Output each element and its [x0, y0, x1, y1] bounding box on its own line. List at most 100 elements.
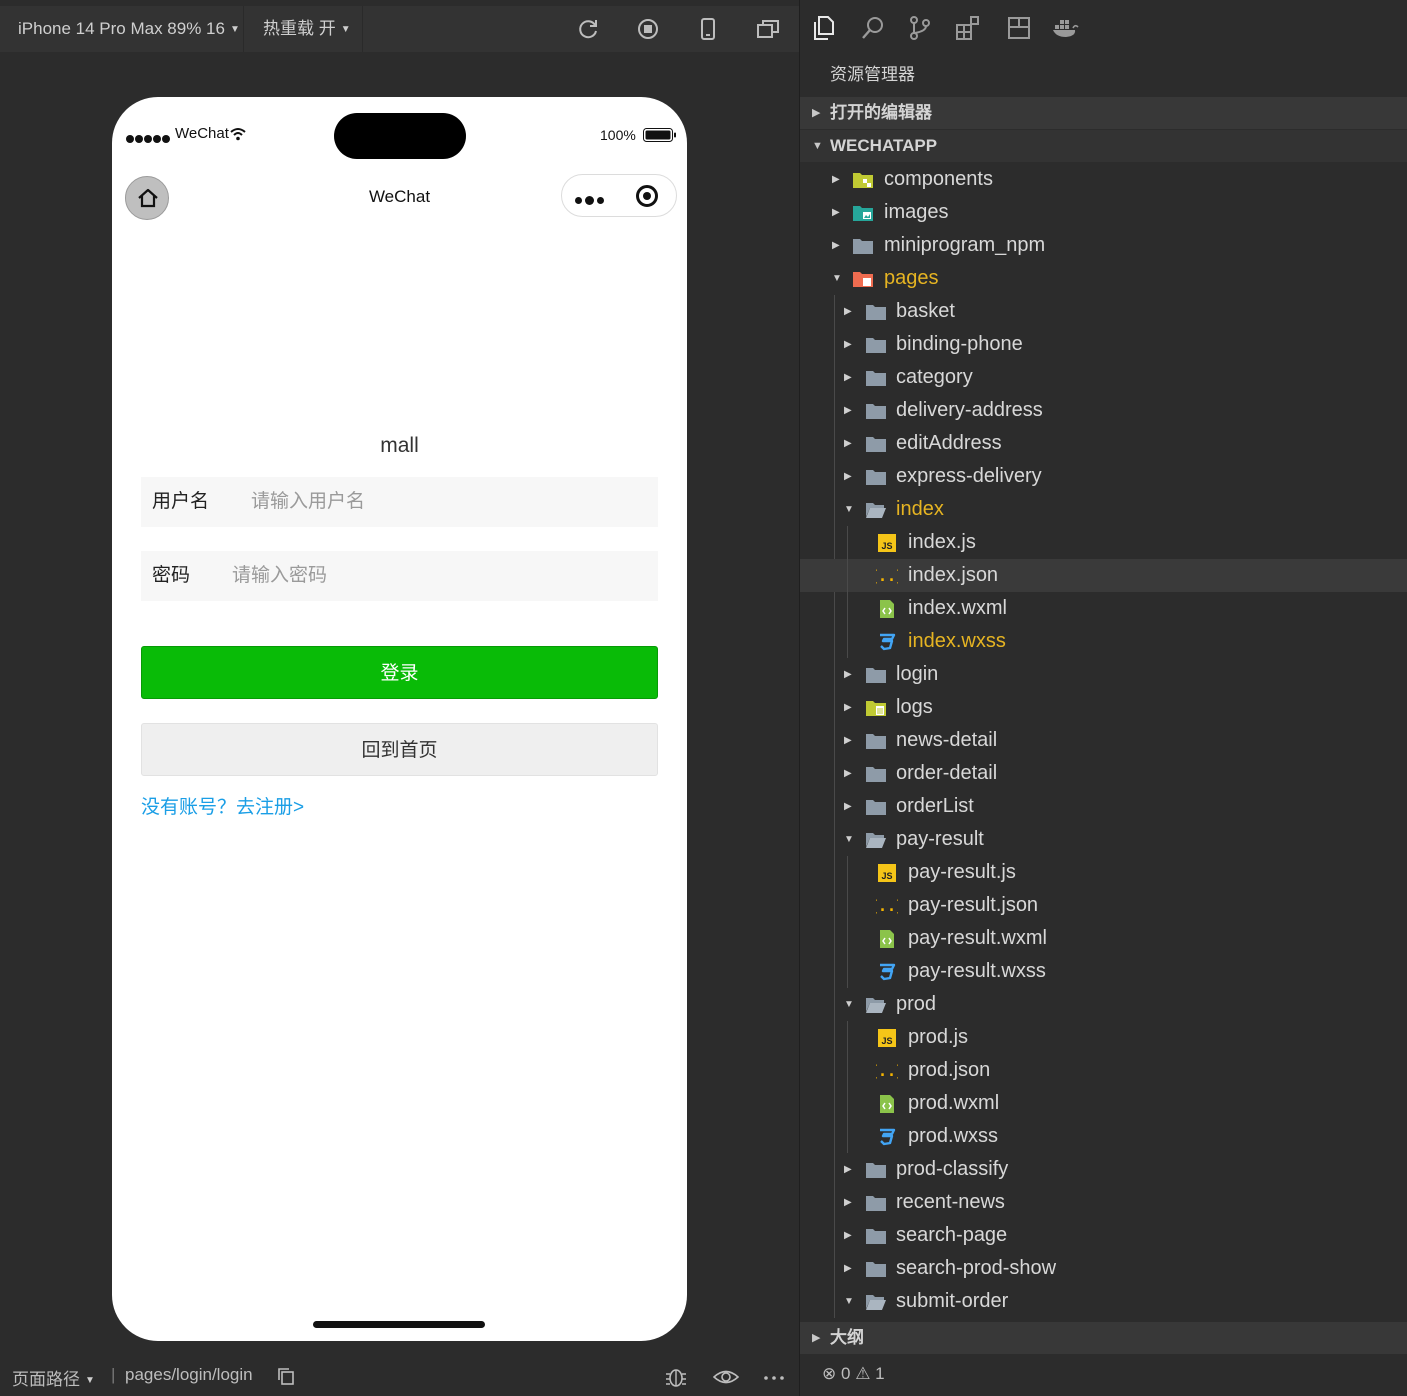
login-button[interactable]: 登录	[141, 646, 658, 699]
chevron-down-icon[interactable]: ▼	[844, 988, 856, 1021]
explorer-files-icon[interactable]	[810, 14, 838, 42]
home-button[interactable]	[125, 176, 169, 220]
source-control-icon[interactable]	[906, 14, 934, 42]
chevron-right-icon[interactable]: ▶	[844, 658, 856, 691]
back-to-home-button[interactable]: 回到首页	[141, 723, 658, 776]
tree-folder[interactable]: ▶ miniprogram_npm	[800, 229, 1407, 262]
tree-file[interactable]: pay-result.wxml	[800, 922, 1407, 955]
chevron-right-icon[interactable]: ▶	[844, 790, 856, 823]
tree-folder[interactable]: ▶ editAddress	[800, 427, 1407, 460]
hot-reload-select[interactable]: 热重载 开 ▼	[245, 6, 363, 52]
search-icon[interactable]	[859, 14, 887, 42]
eye-icon[interactable]	[713, 1366, 739, 1388]
chevron-right-icon[interactable]: ▶	[844, 460, 856, 493]
tree-folder[interactable]: ▶ prod-classify	[800, 1153, 1407, 1186]
tree-folder[interactable]: ▶ category	[800, 361, 1407, 394]
chevron-right-icon[interactable]: ▶	[844, 295, 856, 328]
device-select[interactable]: iPhone 14 Pro Max 89% 16 ▼	[0, 6, 244, 52]
tree-folder[interactable]: ▶ search-page	[800, 1219, 1407, 1252]
close-miniprogram-icon[interactable]	[636, 185, 658, 207]
refresh-icon[interactable]	[575, 16, 601, 42]
tree-folder[interactable]: ▶ logs	[800, 691, 1407, 724]
problems-status[interactable]: ⊗ 0 ⚠ 1	[822, 1364, 885, 1384]
chevron-right-icon[interactable]: ▶	[844, 328, 856, 361]
tree-folder[interactable]: ▶ order-detail	[800, 757, 1407, 790]
tree-file[interactable]: index.wxml	[800, 592, 1407, 625]
chevron-right-icon[interactable]: ▶	[844, 1186, 856, 1219]
tree-file[interactable]: {..} index.json	[800, 559, 1407, 592]
carrier-label: WeChat	[175, 125, 229, 142]
extensions-icon[interactable]	[954, 14, 982, 42]
chevron-right-icon[interactable]: ▶	[832, 229, 844, 262]
chevron-down-icon[interactable]: ▼	[844, 493, 856, 526]
chevron-right-icon[interactable]: ▶	[844, 1219, 856, 1252]
tree-folder[interactable]: ▶ images	[800, 196, 1407, 229]
tree-folder[interactable]: ▶ basket	[800, 295, 1407, 328]
tree-file[interactable]: prod.wxss	[800, 1120, 1407, 1153]
more-horizontal-icon[interactable]	[761, 1366, 787, 1388]
device-icon[interactable]	[695, 16, 721, 42]
tree-item-label: index.json	[908, 564, 999, 586]
tree-item-label: index.js	[908, 531, 976, 553]
json-icon: {..}	[876, 896, 898, 916]
stop-icon[interactable]	[635, 16, 661, 42]
tree-file[interactable]: index.wxss	[800, 625, 1407, 658]
tree-folder[interactable]: ▶ express-delivery	[800, 460, 1407, 493]
chevron-right-icon[interactable]: ▶	[844, 1153, 856, 1186]
chevron-right-icon[interactable]: ▶	[844, 361, 856, 394]
tree-item-label: search-prod-show	[896, 1257, 1057, 1279]
password-input[interactable]	[232, 551, 652, 601]
svg-text:JS: JS	[881, 871, 892, 881]
tree-file[interactable]: {..} prod.json	[800, 1054, 1407, 1087]
tree-item-label: pay-result.js	[908, 861, 1016, 883]
folder-open-icon	[865, 1292, 887, 1312]
tree-file[interactable]: pay-result.wxss	[800, 955, 1407, 988]
copy-icon[interactable]	[277, 1367, 295, 1385]
chevron-right-icon: ▶	[812, 107, 821, 119]
tree-folder[interactable]: ▼ submit-order	[800, 1285, 1407, 1318]
tree-folder[interactable]: ▶ news-detail	[800, 724, 1407, 757]
chevron-right-icon[interactable]: ▶	[844, 691, 856, 724]
tree-folder[interactable]: ▶ search-prod-show	[800, 1252, 1407, 1285]
tree-item-label: index.wxml	[908, 597, 1007, 619]
tree-folder[interactable]: ▼ prod	[800, 988, 1407, 1021]
chevron-right-icon[interactable]: ▶	[844, 1252, 856, 1285]
wxml-icon	[876, 599, 898, 619]
chevron-right-icon[interactable]: ▶	[844, 757, 856, 790]
tree-folder[interactable]: ▶ recent-news	[800, 1186, 1407, 1219]
project-section[interactable]: ▼ WECHATAPP	[800, 130, 1407, 162]
chevron-down-icon[interactable]: ▼	[844, 823, 856, 856]
tree-folder[interactable]: ▶ binding-phone	[800, 328, 1407, 361]
docker-icon[interactable]	[1051, 14, 1079, 42]
username-input[interactable]	[251, 477, 651, 527]
tree-file[interactable]: {..} pay-result.json	[800, 889, 1407, 922]
chevron-down-icon[interactable]: ▼	[832, 262, 844, 295]
chevron-down-icon[interactable]: ▼	[844, 1285, 856, 1318]
tree-file[interactable]: JS prod.js	[800, 1021, 1407, 1054]
chevron-right-icon[interactable]: ▶	[832, 163, 844, 196]
tree-file[interactable]: JS pay-result.js	[800, 856, 1407, 889]
chevron-right-icon[interactable]: ▶	[844, 394, 856, 427]
tree-folder[interactable]: ▶ components	[800, 163, 1407, 196]
detach-window-icon[interactable]	[755, 16, 781, 42]
open-editors-section[interactable]: ▶ 打开的编辑器	[800, 97, 1407, 129]
chevron-right-icon[interactable]: ▶	[844, 724, 856, 757]
debug-bug-icon[interactable]	[663, 1366, 689, 1388]
tree-folder[interactable]: ▶ login	[800, 658, 1407, 691]
wxss-icon	[876, 962, 898, 982]
tree-folder[interactable]: ▶ delivery-address	[800, 394, 1407, 427]
tree-folder[interactable]: ▼ pay-result	[800, 823, 1407, 856]
tree-folder[interactable]: ▶ orderList	[800, 790, 1407, 823]
register-link[interactable]: 没有账号？去注册>	[141, 792, 304, 819]
page-path-select[interactable]: 页面路径 ▼	[12, 1365, 95, 1390]
chevron-right-icon[interactable]: ▶	[844, 427, 856, 460]
more-icon[interactable]	[575, 192, 607, 206]
tree-folder[interactable]: ▼ pages	[800, 262, 1407, 295]
tree-file[interactable]: prod.wxml	[800, 1087, 1407, 1120]
layout-icon[interactable]	[1005, 14, 1033, 42]
tree-item-label: login	[896, 663, 939, 685]
tree-folder[interactable]: ▼ index	[800, 493, 1407, 526]
chevron-right-icon[interactable]: ▶	[832, 196, 844, 229]
outline-section[interactable]: ▶ 大纲	[800, 1322, 1407, 1354]
tree-file[interactable]: JS index.js	[800, 526, 1407, 559]
